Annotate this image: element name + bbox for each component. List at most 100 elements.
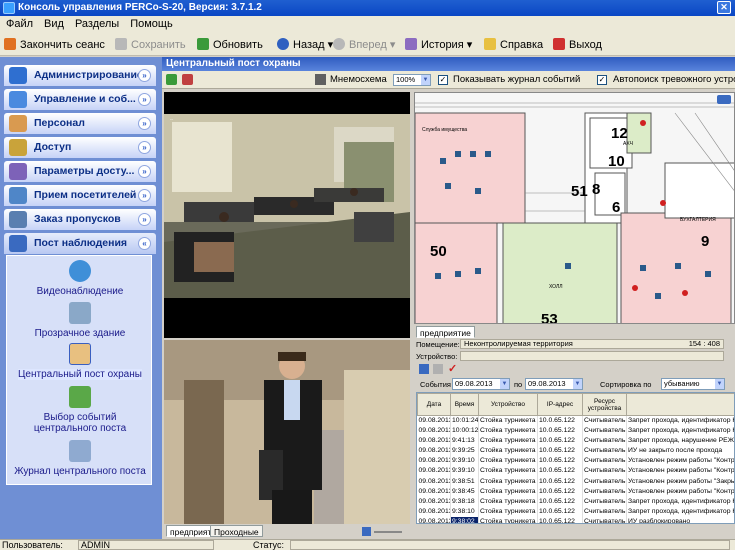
back-button[interactable]: Назад ▾ [277, 37, 333, 53]
building-icon [69, 302, 91, 324]
table-cell: 09.08.2013 [417, 456, 451, 467]
forward-button[interactable]: Вперед ▾ [333, 37, 395, 53]
subitem-transparent-building[interactable]: Прозрачное здание [7, 302, 153, 339]
sidebar-item-administration[interactable]: Администрирование» [4, 65, 156, 86]
table-cell: Стойка турникета [478, 476, 538, 487]
table-cell: 9:39:10 [450, 456, 479, 467]
table-row[interactable]: 09.08.2013 10:00:12 Стойка турникета 10.0.6… [417, 426, 734, 437]
event-log-table[interactable]: Дата Время Устройство IP-адрес Ресурс ус… [416, 392, 735, 524]
to-label: по [514, 380, 523, 389]
acknowledge-check-icon[interactable]: ✓ [448, 362, 457, 375]
table-row[interactable]: 09.08.2013 9:39:10 Стойка турникета 10.0.65… [417, 456, 734, 467]
column-header-date[interactable]: Дата [417, 393, 451, 416]
date-from-picker[interactable]: 09.08.2013 ▼ [452, 378, 510, 390]
autosearch-checkbox[interactable]: ✓ [597, 75, 607, 85]
video-feed-office[interactable]: -- [164, 92, 410, 338]
log-filter-icon[interactable] [433, 364, 443, 374]
room-8: 8 [592, 181, 601, 198]
refresh-button[interactable]: Обновить [197, 37, 263, 53]
sidebar-item-access[interactable]: Доступ » [4, 137, 156, 158]
table-cell: 10.0.65.122 [537, 426, 583, 437]
refresh-video-icon[interactable] [166, 74, 177, 85]
floor-plan-map[interactable]: 12 10 51 8 6 9 50 53 Служба имущества АХ… [414, 92, 735, 324]
table-cell: Установлен режим работы "Контроль [626, 486, 734, 497]
access-params-icon [9, 163, 27, 180]
sort-select[interactable]: убыванию ▼ [661, 378, 725, 390]
close-window-icon[interactable]: ✕ [717, 1, 731, 14]
sidebar-item-visitors[interactable]: Прием посетителей» [4, 185, 156, 206]
sidebar-item-access-params[interactable]: Параметры досту...» [4, 161, 156, 182]
volume-slider[interactable] [374, 531, 402, 533]
log-save-icon[interactable] [419, 364, 429, 374]
show-log-checkbox[interactable]: ✓ [438, 75, 448, 85]
chevron-down-icon[interactable]: » [138, 93, 151, 106]
column-header-device[interactable]: Устройство [478, 393, 538, 416]
table-cell: 10:00:12 [450, 426, 479, 437]
exit-button[interactable]: Выход [553, 37, 602, 53]
column-header-event[interactable] [626, 393, 734, 416]
table-cell: Установлен режим работы "Закрыто" [626, 476, 734, 487]
table-cell: Считыватель №1 [582, 516, 627, 523]
export-icon[interactable] [182, 74, 193, 85]
table-row[interactable]: 09.08.2013 9:38:18 Стойка турникета 10.0.65… [417, 496, 734, 507]
menu-file[interactable]: Файл [0, 16, 38, 30]
table-cell: Запрет прохода, нарушение РЕЖИМ [626, 436, 734, 447]
subitem-central-post[interactable]: Центральный пост охраны [7, 343, 153, 380]
table-row[interactable]: 09.08.2013 9:38:02 Стойка турникета 10.0.65… [417, 516, 734, 523]
event-select-icon [69, 386, 91, 408]
table-cell: Считыватель №1 [582, 486, 627, 497]
date-to-picker[interactable]: 09.08.2013 ▼ [525, 378, 583, 390]
table-row[interactable]: 09.08.2013 9:39:25 Стойка турникета 10.0.65… [417, 446, 734, 457]
table-row[interactable]: 09.08.2013 9:41:13 Стойка турникета 10.0.65… [417, 436, 734, 447]
tab-checkpoints[interactable]: Проходные [210, 525, 263, 537]
map-navigator-icon[interactable] [717, 95, 731, 104]
column-header-time[interactable]: Время [450, 393, 479, 416]
subitem-central-log[interactable]: Журнал центрального поста [7, 440, 153, 477]
save-button[interactable]: Сохранить [115, 37, 186, 53]
menu-help[interactable]: Помощь [124, 16, 178, 30]
column-header-resource[interactable]: Ресурс устройства [582, 393, 627, 416]
device-label: Устройство: [416, 352, 458, 361]
chevron-down-icon[interactable]: » [138, 213, 151, 226]
room-caption-accounting: БУХГАЛТЕРИЯ [680, 217, 716, 223]
menu-sections[interactable]: Разделы [69, 16, 124, 30]
status-label: Статус: [253, 540, 284, 550]
zoom-select[interactable]: 100% ▼ [393, 74, 431, 86]
column-header-ip[interactable]: IP-адрес [537, 393, 583, 416]
table-cell: 09.08.2013 [417, 436, 451, 447]
show-log-label: Показывать журнал событий [453, 74, 581, 85]
table-cell: 9:39:10 [450, 466, 479, 477]
sidebar-item-control[interactable]: Управление и соб...» [4, 89, 156, 110]
table-cell: 9:39:25 [450, 446, 479, 457]
subitem-video-surveillance[interactable]: Видеонаблюдение [7, 260, 153, 297]
back-arrow-icon [277, 38, 289, 50]
video-feed-entrance[interactable] [164, 340, 410, 524]
table-cell: 09.08.2013 [417, 516, 451, 523]
subitem-event-selection[interactable]: Выбор событий центрального поста [7, 386, 153, 434]
help-button[interactable]: Справка [484, 37, 543, 53]
chevron-up-icon[interactable]: « [138, 237, 151, 250]
chevron-down-icon[interactable]: » [138, 117, 151, 130]
history-label: История [421, 39, 464, 51]
volume-icon[interactable] [362, 527, 371, 536]
sidebar-item-personnel[interactable]: Персонал » [4, 113, 156, 134]
table-row[interactable]: 09.08.2013 9:38:45 Стойка турникета 10.0.65… [417, 486, 734, 497]
table-row[interactable]: 09.08.2013 10:01:24 Стойка турникета 10.0.6… [417, 415, 734, 426]
table-row[interactable]: 09.08.2013 9:38:51 Стойка турникета 10.0.65… [417, 476, 734, 487]
tab-enterprise-map[interactable]: предприятие [416, 326, 475, 338]
chevron-down-icon[interactable]: » [138, 165, 151, 178]
table-row[interactable]: 09.08.2013 9:38:10 Стойка турникета 10.0.65… [417, 506, 734, 517]
history-button[interactable]: История ▾ [405, 37, 472, 53]
chevron-down-icon[interactable]: » [138, 189, 151, 202]
table-cell: 10.0.65.122 [537, 486, 583, 497]
chevron-down-icon: ▼ [421, 75, 430, 85]
chevron-down-icon[interactable]: » [138, 69, 151, 82]
personnel-icon [9, 115, 27, 132]
table-row[interactable]: 09.08.2013 9:39:10 Стойка турникета 10.0.65… [417, 466, 734, 477]
end-session-button[interactable]: Закончить сеанс [4, 37, 105, 53]
sidebar-item-passes[interactable]: Заказ пропусков » [4, 209, 156, 230]
sidebar-item-label: Доступ [34, 141, 72, 153]
menu-view[interactable]: Вид [38, 16, 69, 30]
chevron-down-icon[interactable]: » [138, 141, 151, 154]
sidebar-item-monitoring-post[interactable]: Пост наблюдения « [4, 233, 156, 254]
